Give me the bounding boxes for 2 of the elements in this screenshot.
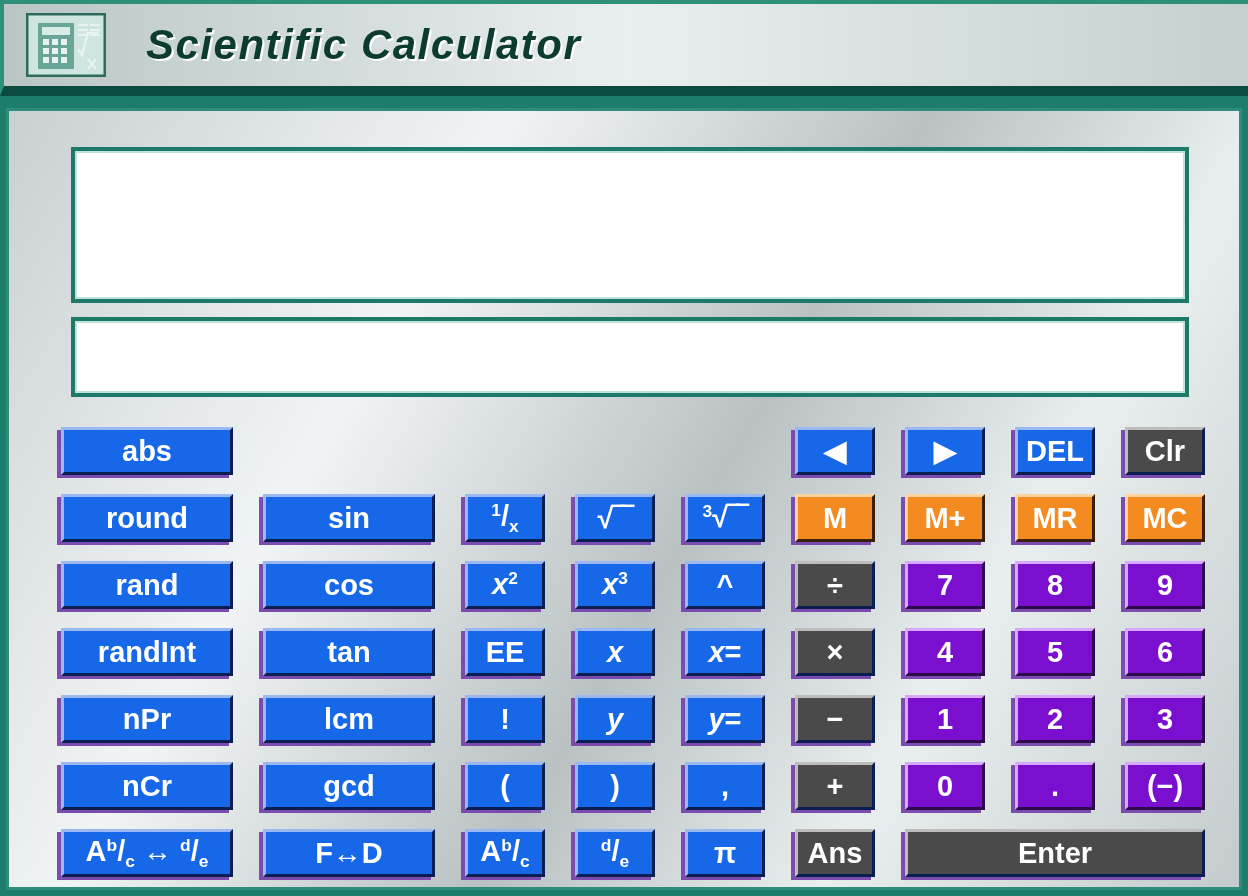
window-title: Scientific Calculator bbox=[146, 21, 582, 69]
calculator-icon bbox=[26, 13, 106, 77]
